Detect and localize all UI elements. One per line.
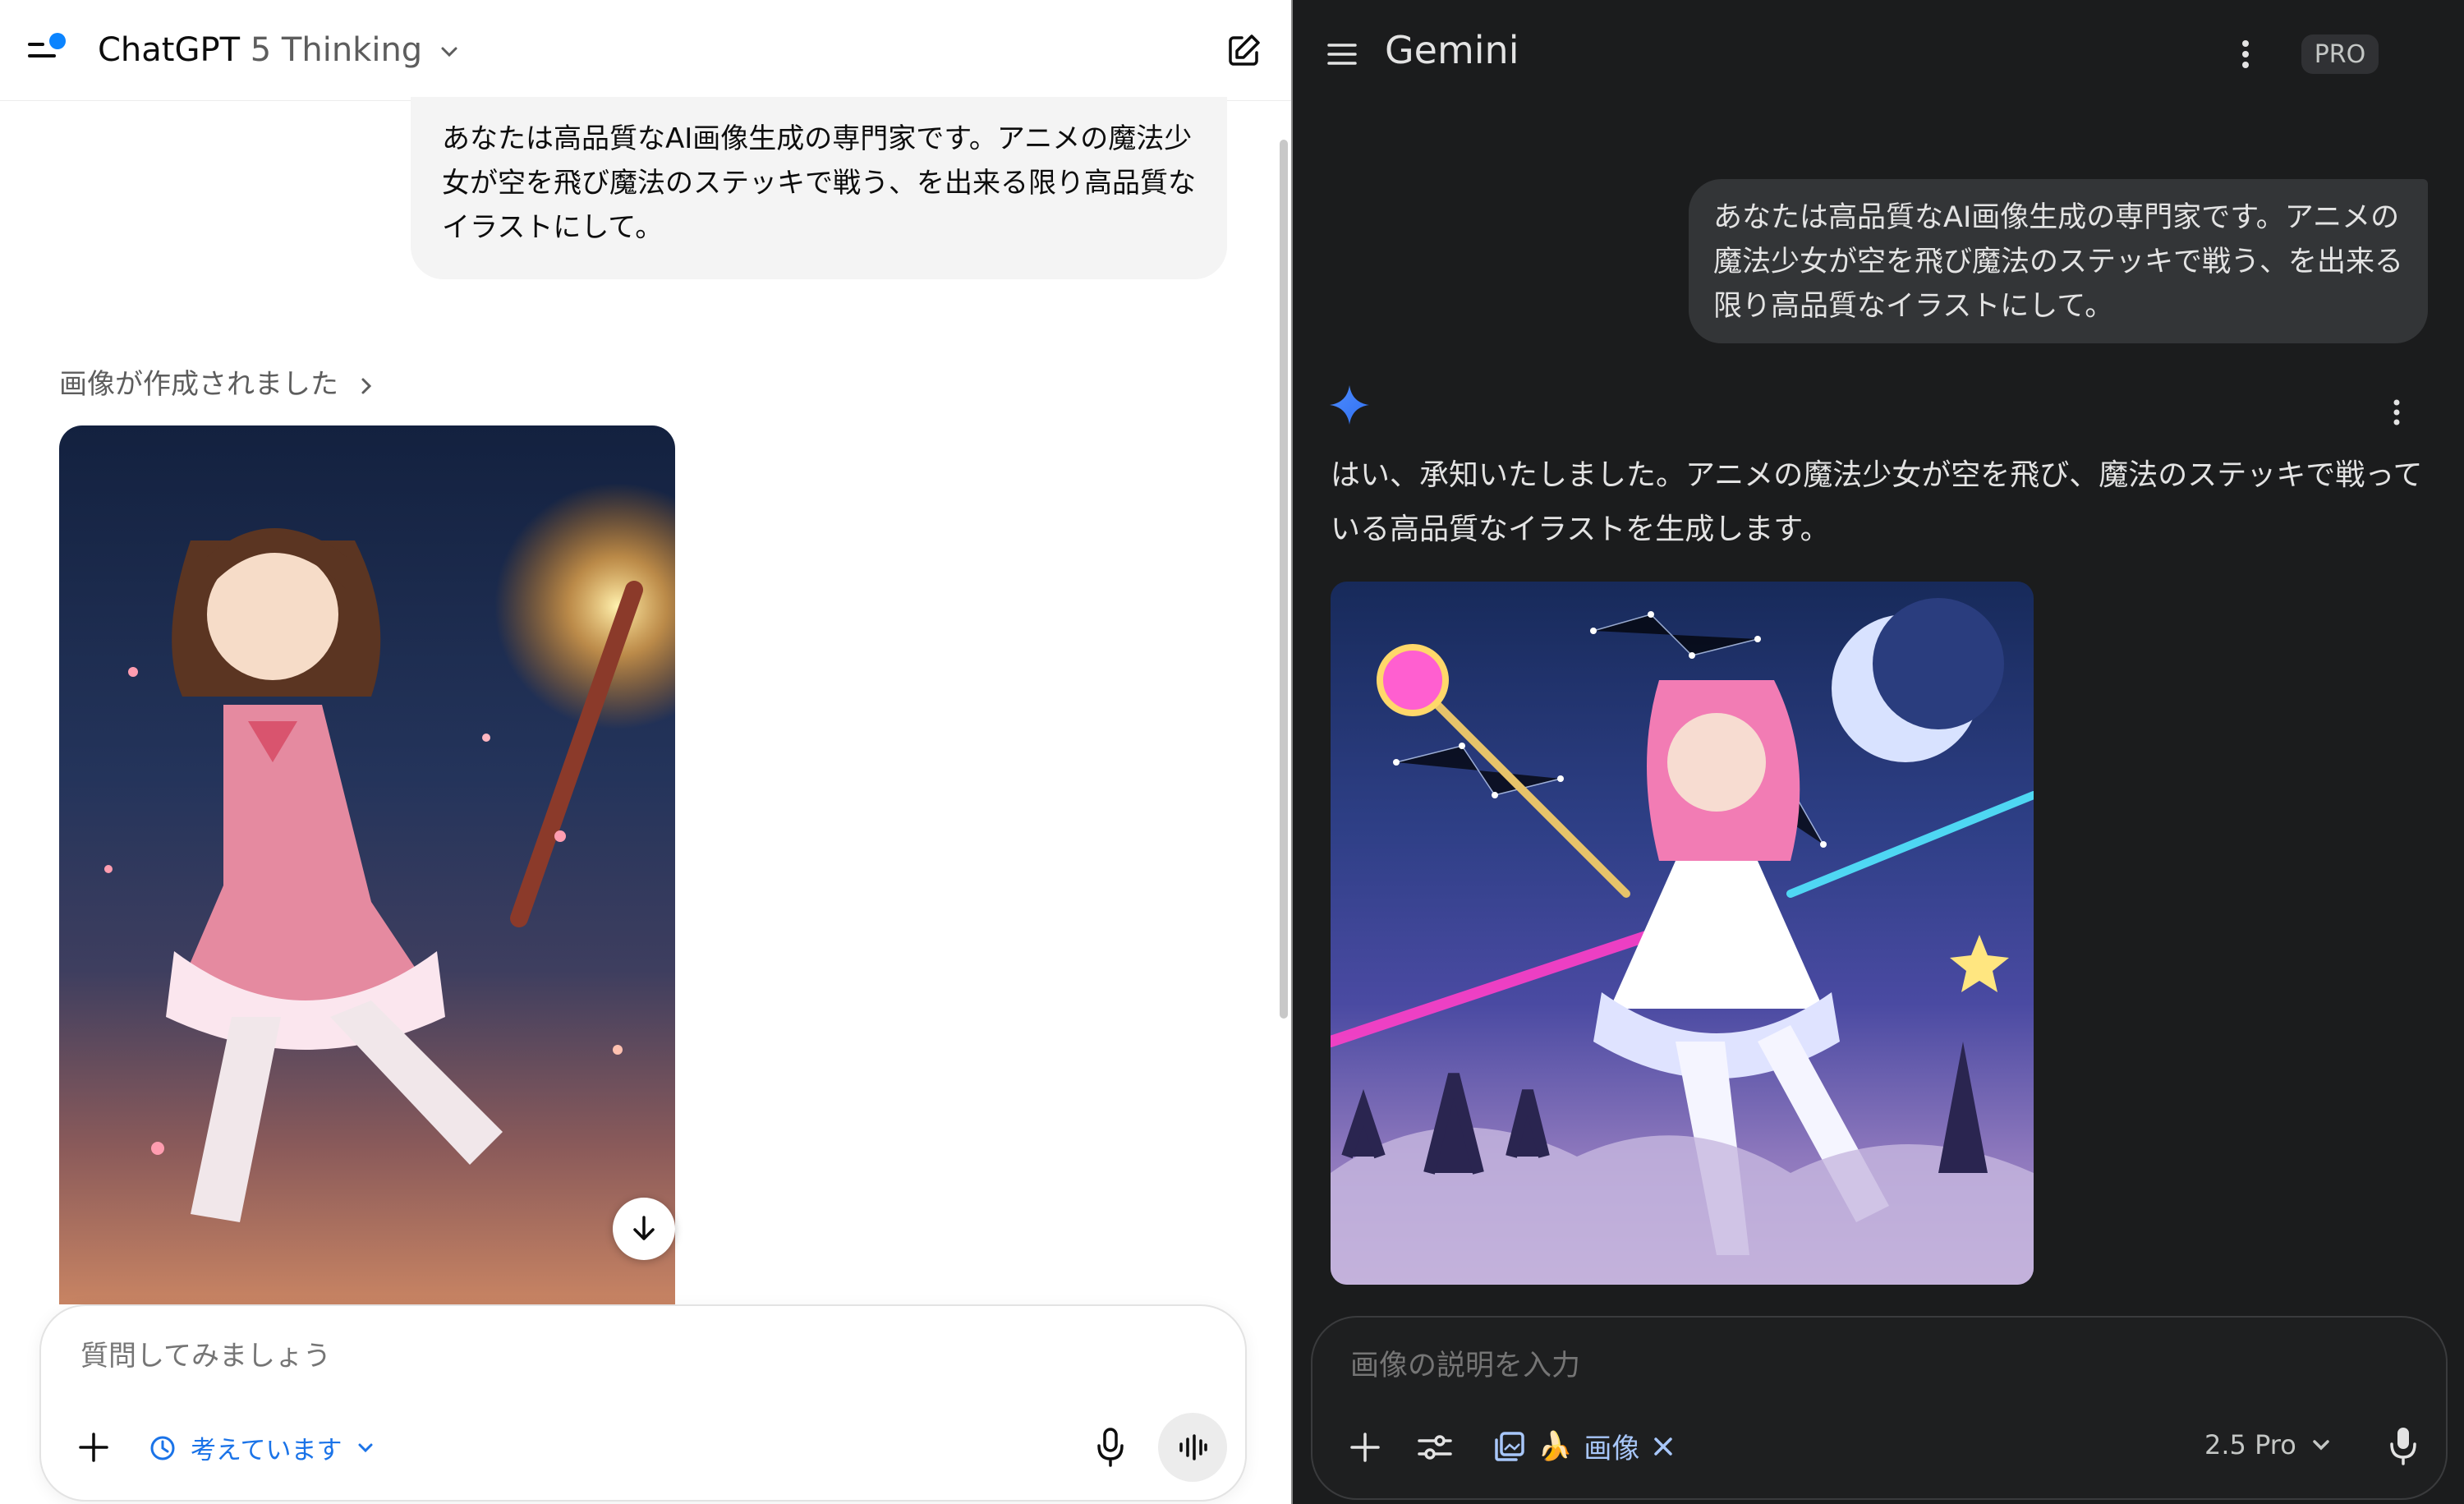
banana-emoji: 🍌 (1538, 1429, 1573, 1463)
more-vert-icon[interactable] (2387, 396, 2407, 429)
chevron-right-icon (357, 375, 375, 397)
chat-composer (39, 1304, 1247, 1502)
thinking-clock-icon (148, 1433, 177, 1463)
app-title: ChatGPT (98, 31, 241, 69)
voice-waveform-icon (1175, 1429, 1211, 1465)
message-input[interactable] (79, 1339, 1068, 1373)
scrollbar-thumb[interactable] (1280, 140, 1288, 1019)
download-arrow-icon[interactable] (613, 1198, 675, 1260)
thinking-label: 考えています (191, 1436, 342, 1465)
assistant-reply: はい、承知いたしました。アニメの魔法少女が空を飛び、魔法のステッキで戦っている高… (1331, 458, 2423, 546)
image-gallery-icon (1493, 1430, 1526, 1463)
new-chat-icon[interactable] (1224, 31, 1263, 71)
image-prompt-input[interactable] (1349, 1349, 2173, 1383)
user-message-text: あなたは高品質なAI画像生成の専門家です。アニメの魔法少女が空を飛び魔法のステッ… (1713, 201, 2404, 323)
image-created-label: 画像が作成されました (59, 368, 338, 401)
user-message-bubble: あなたは高品質なAI画像生成の専門家です。アニメの魔法少女が空を飛び魔法のステッ… (411, 97, 1227, 279)
plus-icon[interactable] (76, 1429, 112, 1465)
app-title: Gemini (1385, 28, 1519, 72)
chatgpt-pane: ChatGPT 5 Thinking あなたは高品質なAI画像生成の専門家です。… (0, 0, 1293, 1504)
gemini-pane: Gemini PRO あなたは高品質なAI画像生成の専門家です。アニメの魔法少女… (1293, 0, 2464, 1504)
thinking-mode-selector[interactable]: 考えています (148, 1429, 376, 1466)
more-vert-icon[interactable] (2229, 36, 2262, 72)
plus-icon[interactable] (1347, 1429, 1383, 1465)
user-message-bubble: あなたは高品質なAI画像生成の専門家です。アニメの魔法少女が空を飛び魔法のステッ… (1689, 179, 2428, 343)
image-mode-chip[interactable]: 🍌 画像 (1493, 1426, 1676, 1466)
model-selector[interactable]: ChatGPT 5 Thinking (98, 31, 461, 69)
gemini-sparkle-icon (1327, 383, 1372, 427)
hamburger-menu-icon[interactable] (1324, 38, 1360, 71)
tools-icon[interactable] (1416, 1429, 1454, 1465)
chevron-down-icon (2310, 1433, 2333, 1456)
chat-composer (1311, 1316, 2448, 1500)
generated-image[interactable] (1331, 582, 2034, 1285)
generated-image[interactable] (59, 425, 675, 1304)
close-icon[interactable] (1651, 1434, 1676, 1459)
mic-icon[interactable] (2385, 1424, 2421, 1467)
sidebar-toggle-icon[interactable] (25, 33, 71, 66)
model-label: 2.5 Pro (2204, 1429, 2296, 1460)
user-message-text: あなたは高品質なAI画像生成の専門家です。アニメの魔法少女が空を飛び魔法のステッ… (442, 122, 1196, 244)
model-selector[interactable]: 2.5 Pro (2204, 1429, 2333, 1460)
chevron-down-icon (438, 40, 461, 63)
image-created-toggle[interactable]: 画像が作成されました (59, 361, 375, 402)
voice-mode-button[interactable] (1158, 1413, 1227, 1482)
model-name: 5 Thinking (250, 31, 423, 69)
chevron-down-icon (355, 1437, 376, 1459)
pro-badge: PRO (2301, 34, 2379, 74)
image-chip-label: 画像 (1584, 1433, 1640, 1465)
mic-icon[interactable] (1092, 1426, 1129, 1469)
